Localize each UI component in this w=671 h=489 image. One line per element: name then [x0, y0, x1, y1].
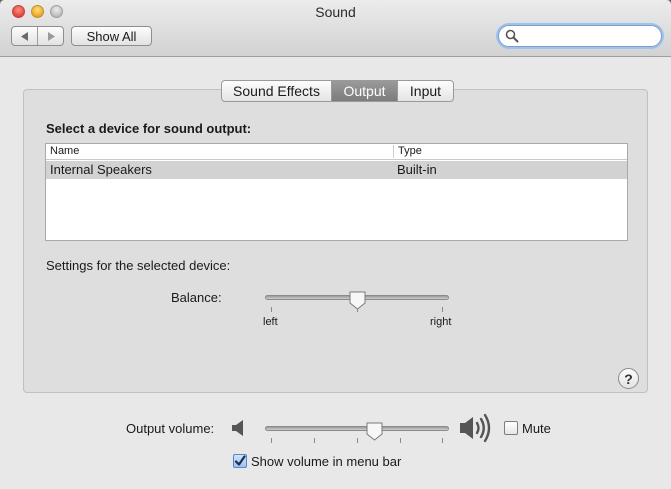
speaker-high-icon	[460, 413, 491, 443]
output-device-table[interactable]: Name Type Internal Speakers Built-in	[45, 143, 628, 241]
window-title: Sound	[315, 4, 356, 20]
table-header: Name Type	[46, 144, 627, 160]
back-button[interactable]	[12, 27, 37, 45]
sound-preferences-window: Sound Show All Sound Effects Output Inpu…	[0, 0, 671, 489]
mute-label[interactable]: Mute	[522, 421, 551, 436]
volume-tick	[400, 438, 401, 443]
title-bar: Sound Show All	[0, 0, 671, 57]
device-list-heading: Select a device for sound output:	[46, 121, 252, 136]
balance-slider-thumb[interactable]	[349, 291, 366, 310]
show-volume-in-menu-bar-label[interactable]: Show volume in menu bar	[251, 454, 401, 469]
search-input[interactable]	[521, 28, 655, 44]
back-forward-control	[11, 26, 64, 46]
column-divider	[393, 145, 394, 158]
balance-tick	[271, 307, 272, 312]
device-name-cell: Internal Speakers	[50, 162, 152, 177]
tab-input[interactable]: Input	[397, 81, 453, 101]
volume-tick	[357, 438, 358, 443]
mute-checkbox[interactable]	[504, 421, 518, 435]
volume-tick	[442, 438, 443, 443]
checkmark-icon	[234, 455, 246, 466]
balance-right-label: right	[430, 316, 452, 328]
speaker-low-icon	[232, 420, 243, 436]
output-volume-label: Output volume:	[126, 421, 215, 436]
forward-button[interactable]	[37, 27, 63, 45]
tab-output[interactable]: Output	[331, 81, 397, 101]
balance-label: Balance:	[171, 290, 222, 305]
tab-sound-effects[interactable]: Sound Effects	[222, 81, 331, 101]
volume-tick	[271, 438, 272, 443]
help-button[interactable]: ?	[618, 368, 639, 389]
volume-slider-track[interactable]	[265, 426, 449, 431]
device-type-cell: Built-in	[397, 162, 437, 177]
forward-arrow-icon	[47, 31, 55, 41]
show-volume-in-menu-bar-checkbox[interactable]	[233, 454, 247, 468]
column-header-type[interactable]: Type	[398, 145, 422, 157]
tab-bar: Sound Effects Output Input	[221, 80, 454, 102]
back-arrow-icon	[20, 31, 28, 41]
device-settings-label: Settings for the selected device:	[46, 258, 231, 273]
volume-slider-thumb[interactable]	[366, 422, 383, 441]
column-header-name[interactable]: Name	[50, 145, 79, 157]
volume-tick	[314, 438, 315, 443]
magnifier-icon	[505, 29, 519, 43]
balance-tick	[442, 307, 443, 312]
table-row[interactable]: Internal Speakers Built-in	[46, 161, 627, 179]
show-all-button[interactable]: Show All	[71, 26, 152, 46]
balance-left-label: left	[263, 316, 278, 328]
search-field[interactable]	[498, 25, 662, 47]
